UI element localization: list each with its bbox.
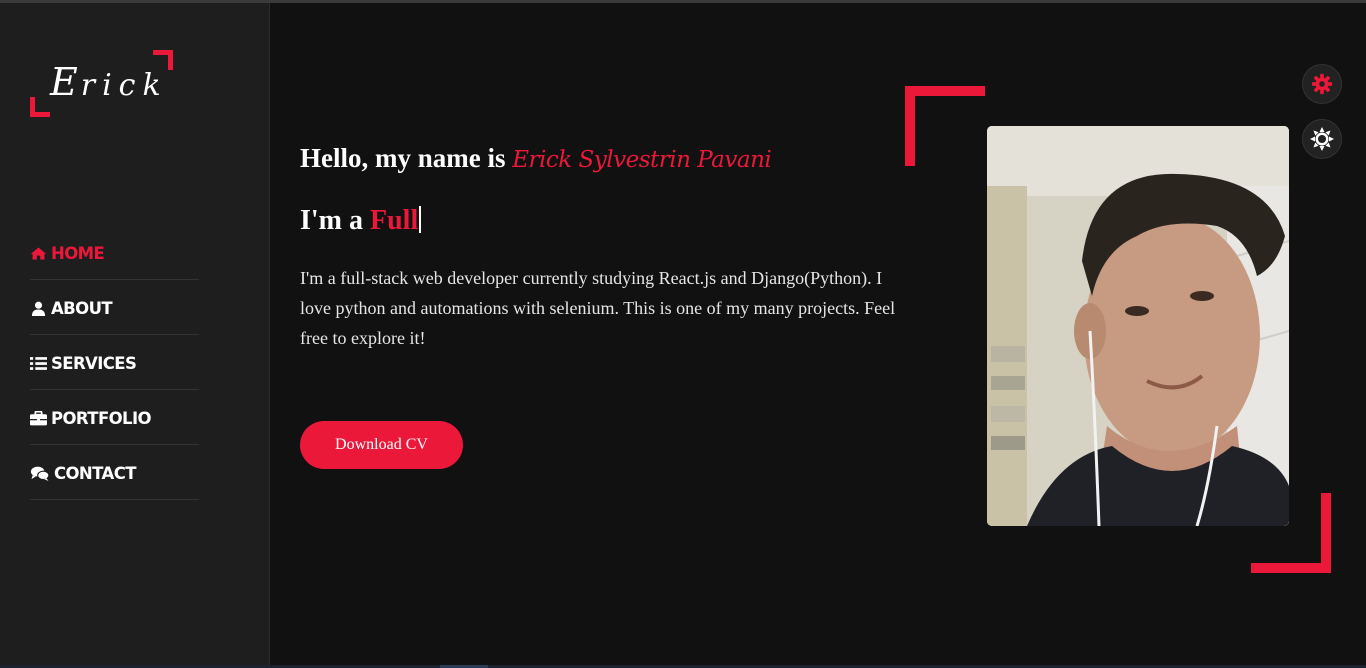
nav-item-services: SERVICES [30, 335, 199, 390]
nav-label-about: ABOUT [51, 298, 113, 318]
nav-link-portfolio[interactable]: PORTFOLIO [30, 408, 152, 428]
sidebar: Erick HOME ABOUT SERVICES PORTFOLIO CONT… [0, 3, 270, 668]
nav-item-portfolio: PORTFOLIO [30, 390, 199, 445]
comments-icon [30, 466, 50, 481]
home-icon [30, 247, 47, 259]
greeting-text: Hello, my name is [300, 143, 506, 173]
main-nav: HOME ABOUT SERVICES PORTFOLIO CONTACT [30, 225, 199, 500]
nav-link-home[interactable]: HOME [30, 243, 105, 263]
gear-icon [1311, 73, 1333, 95]
logo-corner-bottom-left [30, 97, 50, 117]
nav-link-about[interactable]: ABOUT [30, 298, 113, 318]
typed-role: Full [370, 205, 419, 236]
day-night-toggle[interactable] [1302, 119, 1342, 159]
hero-description: I'm a full-stack web developer currently… [300, 268, 896, 348]
nav-item-contact: CONTACT [30, 445, 199, 500]
nav-label-services: SERVICES [51, 353, 137, 373]
photo-frame-bottom-right [1251, 493, 1331, 573]
style-switcher-toggle[interactable] [1302, 64, 1342, 104]
role-prefix: I'm a [300, 205, 363, 236]
typing-cursor [419, 206, 422, 233]
nav-label-portfolio: PORTFOLIO [51, 408, 152, 428]
nav-link-services[interactable]: SERVICES [30, 353, 137, 373]
hero-name: Erick Sylvestrin Pavani [512, 147, 772, 173]
sun-icon [1310, 127, 1334, 151]
nav-label-contact: CONTACT [54, 463, 136, 483]
download-cv-button[interactable]: Download CV [300, 421, 463, 469]
logo-text: Erick [50, 60, 168, 104]
greeting-heading: Hello, my name is Erick Sylvestrin Pavan… [300, 143, 772, 174]
list-icon [30, 356, 47, 370]
profile-photo-illustration [987, 126, 1289, 526]
nav-label-home: HOME [51, 243, 105, 263]
briefcase-icon [30, 410, 47, 425]
photo-frame-top-left [905, 86, 985, 166]
user-icon [31, 301, 46, 316]
nav-item-about: ABOUT [30, 280, 199, 335]
nav-item-home: HOME [30, 225, 199, 280]
profile-photo [987, 126, 1289, 526]
logo[interactable]: Erick [30, 50, 173, 117]
role-heading: I'm a Full [300, 205, 422, 237]
nav-link-contact[interactable]: CONTACT [30, 464, 136, 483]
